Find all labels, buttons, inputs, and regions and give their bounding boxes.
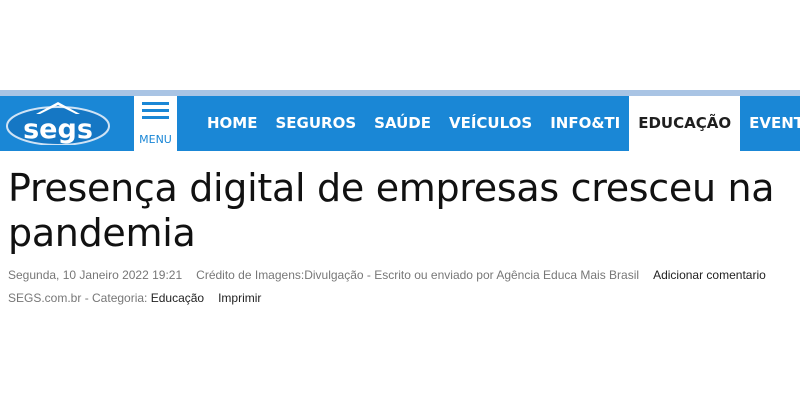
hamburger-icon xyxy=(142,102,169,123)
nav-item-info-ti[interactable]: INFO&TI xyxy=(541,96,629,151)
print-link[interactable]: Imprimir xyxy=(218,291,261,305)
add-comment-link[interactable]: Adicionar comentario xyxy=(653,268,766,282)
article-date: Segunda, 10 Janeiro 2022 19:21 xyxy=(8,268,183,282)
main-navbar: segs MENU HOME SEGUROS SAÚDE VEÍCULOS IN… xyxy=(0,96,800,151)
site-category-prefix: SEGS.com.br - Categoria: xyxy=(8,291,151,305)
image-credit: Crédito de Imagens:Divulgação - Escrito … xyxy=(196,268,640,282)
nav-item-veiculos[interactable]: VEÍCULOS xyxy=(440,96,541,151)
menu-label: MENU xyxy=(139,133,172,146)
nav-menu: HOME SEGUROS SAÚDE VEÍCULOS INFO&TI EDUC… xyxy=(198,96,800,151)
article-meta: Segunda, 10 Janeiro 2022 19:21 Crédito de… xyxy=(8,268,766,282)
nav-item-seguros[interactable]: SEGUROS xyxy=(266,96,365,151)
nav-item-educacao[interactable]: EDUCAÇÃO xyxy=(629,96,741,151)
nav-item-home[interactable]: HOME xyxy=(198,96,266,151)
nav-item-saude[interactable]: SAÚDE xyxy=(365,96,440,151)
category-link[interactable]: Educação xyxy=(151,291,204,305)
nav-item-eventos[interactable]: EVENT xyxy=(740,96,800,151)
article-title: Presença digital de empresas cresceu na … xyxy=(8,166,775,255)
logo-text: segs xyxy=(23,114,93,145)
menu-button[interactable]: MENU xyxy=(134,96,177,151)
segs-logo[interactable]: segs xyxy=(6,101,110,146)
article-category-line: SEGS.com.br - Categoria: Educação Imprimi… xyxy=(8,291,261,305)
